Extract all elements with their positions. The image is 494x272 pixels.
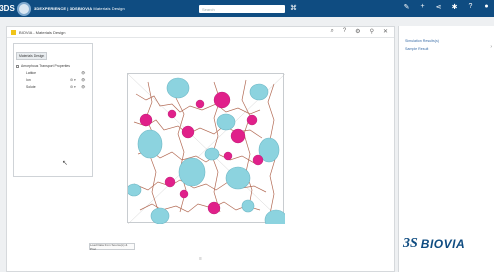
top-bar: 3DS 3DEXPERIENCE | 3DSBIOVIA Materials D…	[0, 0, 494, 17]
help-icon[interactable]: ?	[466, 3, 475, 11]
eye-icon[interactable]: 👁	[81, 78, 85, 82]
tree-item-label: Lattice	[26, 70, 36, 75]
topbar-actions: ✎ + ⋖ ✱ ? ●	[402, 3, 491, 11]
pin-icon[interactable]: ⚲	[370, 28, 374, 35]
tree-root-label: Amorphous Transport Properties	[21, 64, 70, 68]
gear-icon[interactable]: ⚙ ▾	[70, 78, 76, 82]
chevron-right-icon[interactable]: ›	[490, 44, 492, 50]
compass-small-icon[interactable]: ✱	[450, 3, 459, 11]
molecule-render[interactable]	[126, 73, 288, 231]
app-icon	[11, 29, 16, 35]
tree-item[interactable]: Lattice 👁	[26, 70, 90, 75]
molecule-viewer[interactable]	[126, 73, 288, 231]
gear-icon[interactable]: ⚙ ▾	[70, 85, 76, 89]
checkbox[interactable]	[16, 64, 19, 68]
tree-root[interactable]: Amorphous Transport Properties	[16, 64, 90, 68]
tree-item[interactable]: Ion ⚙ ▾ 👁	[26, 77, 90, 82]
biovia-logo-text: BIOVIA	[420, 237, 466, 251]
biovia-logo: 3S BIOVIA	[403, 236, 465, 252]
tab-materials-design[interactable]: Materials Design	[16, 52, 48, 60]
results-item[interactable]: Sample Result	[405, 47, 494, 51]
tree-panel: Materials Design Amorphous Transport Pro…	[13, 43, 93, 177]
window-header: BIOVIA - Materials Design ⌕ ? ⚙ ⚲ ✕	[7, 27, 394, 38]
search-icon[interactable]: ⌕	[330, 28, 333, 35]
eye-icon[interactable]: 👁	[81, 71, 85, 75]
compass-icon[interactable]	[17, 1, 31, 16]
app-title-prefix: 3DEXPERIENCE | 3DSBIOVIA	[34, 6, 93, 11]
window-tools: ⌕ ? ⚙ ⚲ ✕	[330, 28, 388, 35]
resize-handle-icon[interactable]: ≡	[199, 256, 202, 262]
app-title: 3DEXPERIENCE | 3DSBIOVIA Materials Desig…	[34, 6, 125, 11]
settings-icon[interactable]: ⚙	[355, 28, 360, 35]
tree-item-label: Solute	[26, 84, 36, 89]
app-title-rest: Materials Design	[93, 6, 125, 11]
share-icon[interactable]: ⋖	[434, 3, 443, 11]
tree-item-label: Ion	[26, 77, 31, 82]
load-data-button[interactable]: Load Data from Source(s) & Proc	[89, 243, 135, 251]
add-icon[interactable]: +	[418, 3, 427, 11]
ds-logo-mark: 3S	[403, 236, 418, 251]
tag-icon[interactable]: ⌘	[290, 4, 297, 12]
molecule-window: BIOVIA - Materials Design ⌕ ? ⚙ ⚲ ✕ Mate…	[6, 26, 395, 272]
user-icon[interactable]: ●	[482, 3, 491, 11]
mouse-cursor-icon: ↖	[62, 160, 68, 167]
chat-icon[interactable]: ✎	[402, 3, 411, 11]
close-icon[interactable]: ✕	[383, 28, 388, 35]
window-title: BIOVIA - Materials Design	[19, 29, 66, 35]
eye-icon[interactable]: 👁	[81, 85, 85, 89]
results-header[interactable]: Simulation Results(s)	[405, 39, 494, 43]
search-input[interactable]: Search	[199, 5, 285, 13]
tree-item[interactable]: Solute ⚙ ▾ 👁	[26, 84, 90, 89]
help-icon[interactable]: ?	[343, 28, 346, 35]
ds-logo[interactable]: 3DS	[0, 0, 15, 17]
